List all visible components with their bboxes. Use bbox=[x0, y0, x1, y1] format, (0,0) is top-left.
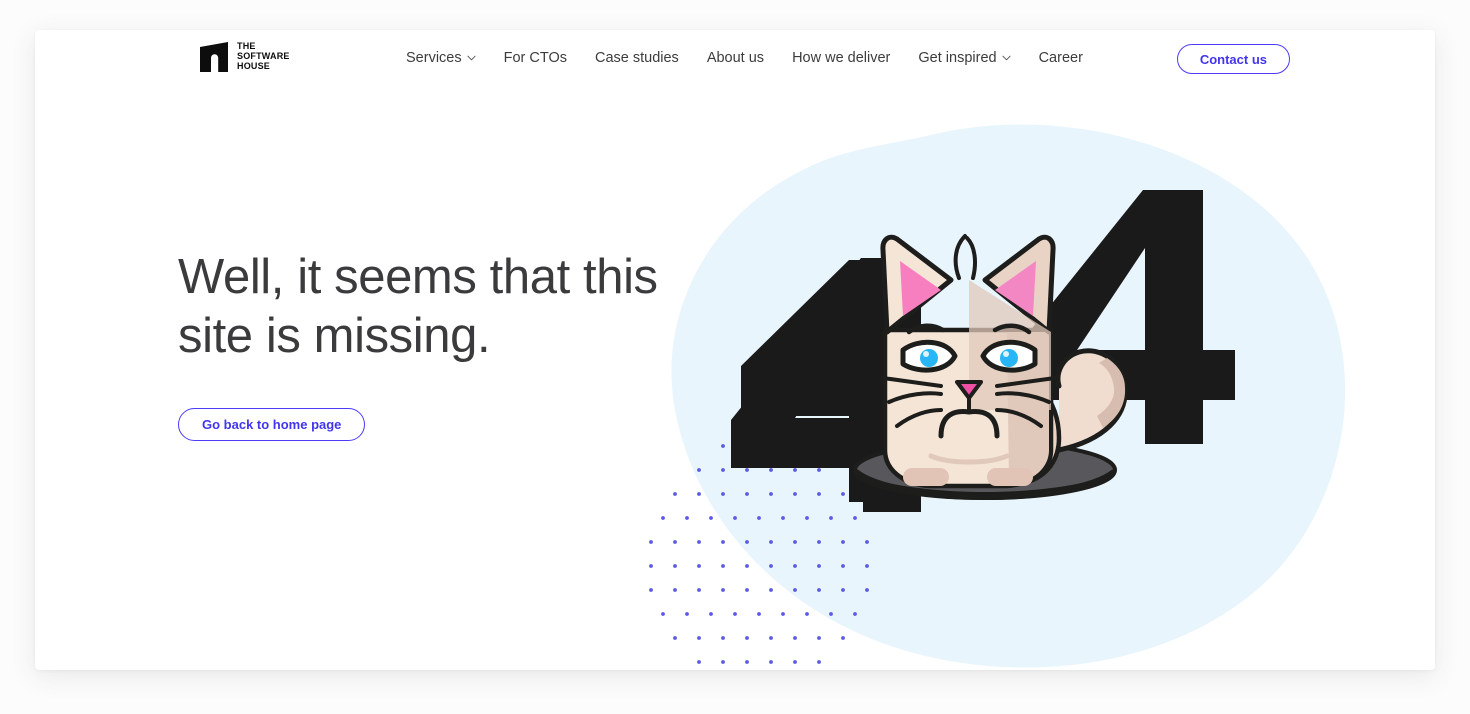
nav-item-label: Get inspired bbox=[918, 50, 997, 66]
contact-us-button[interactable]: Contact us bbox=[1176, 44, 1290, 74]
hero-copy: Well, it seems that this site is missing… bbox=[178, 248, 698, 441]
chevron-down-icon bbox=[1001, 55, 1011, 61]
nav-item-label: For CTOs bbox=[503, 50, 567, 66]
nav-item-label: Career bbox=[1038, 50, 1083, 66]
page-card: THE SOFTWARE HOUSE Services For CTOs Cas… bbox=[35, 30, 1435, 670]
page-background: THE SOFTWARE HOUSE Services For CTOs Cas… bbox=[0, 0, 1470, 714]
cat-eye-right bbox=[980, 339, 1038, 373]
main-navigation: Services For CTOs Case studies About us bbox=[392, 46, 1097, 70]
nav-item-label: About us bbox=[706, 50, 765, 66]
cat-eye-left bbox=[900, 339, 958, 373]
nav-item-career[interactable]: Career bbox=[1025, 46, 1097, 70]
site-logo[interactable]: THE SOFTWARE HOUSE bbox=[198, 41, 290, 73]
nav-item-case-studies[interactable]: Case studies bbox=[581, 46, 693, 70]
site-logo-text: THE SOFTWARE HOUSE bbox=[237, 41, 290, 71]
nav-item-label: Case studies bbox=[594, 50, 679, 66]
nav-item-for-ctos[interactable]: For CTOs bbox=[490, 46, 581, 70]
nav-item-get-inspired[interactable]: Get inspired bbox=[904, 46, 1024, 70]
site-header: THE SOFTWARE HOUSE Services For CTOs Cas… bbox=[35, 30, 1435, 86]
nav-item-label: How we deliver bbox=[792, 50, 891, 66]
nav-item-label: Services bbox=[406, 50, 462, 66]
nav-item-services[interactable]: Services bbox=[392, 46, 490, 70]
go-back-home-button[interactable]: Go back to home page bbox=[178, 407, 366, 441]
cat-paw-left bbox=[903, 468, 949, 486]
cat-paw-right bbox=[987, 468, 1033, 486]
404-illustration bbox=[635, 120, 1375, 670]
chevron-down-icon bbox=[467, 55, 476, 61]
nav-item-about-us[interactable]: About us bbox=[693, 46, 778, 70]
software-house-logo-icon bbox=[198, 41, 230, 73]
nav-item-how-we-deliver[interactable]: How we deliver bbox=[778, 46, 904, 70]
page-title: Well, it seems that this site is missing… bbox=[178, 250, 658, 363]
